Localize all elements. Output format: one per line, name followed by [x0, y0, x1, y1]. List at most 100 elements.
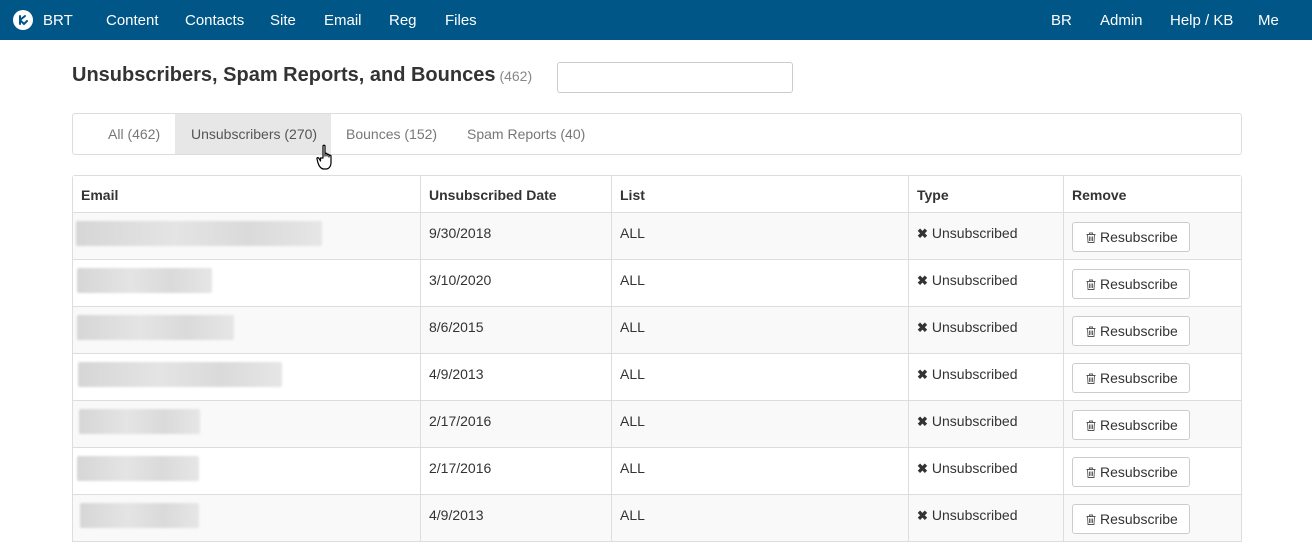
column-header-email[interactable]: Email [73, 176, 420, 212]
remove-cell: Resubscribe [1063, 213, 1242, 259]
column-header-date[interactable]: Unsubscribed Date [420, 176, 611, 212]
type-cell: ✖ Unsubscribed [908, 448, 1063, 494]
tab-all[interactable]: All (462) [73, 114, 175, 154]
list-cell: ALL [611, 401, 908, 447]
tab-bounces[interactable]: Bounces (152) [346, 114, 437, 154]
unsubscribed-date: 4/9/2013 [429, 366, 484, 382]
email-cell [73, 401, 420, 447]
resubscribe-label: Resubscribe [1100, 229, 1178, 245]
unsubscribed-date: 8/6/2015 [429, 319, 484, 335]
tab-spam-reports[interactable]: Spam Reports (40) [467, 114, 585, 154]
type-cell: ✖ Unsubscribed [908, 213, 1063, 259]
table-row: 9/30/2018 ALL ✖ Unsubscribed Resubscribe [73, 213, 1241, 260]
unsubscribers-table: Email Unsubscribed Date List Type Remove… [72, 175, 1242, 542]
nav-me[interactable]: Me [1258, 12, 1279, 29]
table-row: 4/9/2013 ALL ✖ Unsubscribed Resubscribe [73, 495, 1241, 542]
type-label: Unsubscribed [931, 413, 1018, 429]
list-name: ALL [620, 507, 645, 523]
list-name: ALL [620, 319, 645, 335]
list-cell: ALL [611, 260, 908, 306]
date-cell: 8/6/2015 [420, 307, 611, 353]
tab-unsubscribers[interactable]: Unsubscribers (270) [175, 114, 331, 154]
brand[interactable]: BRT [13, 10, 73, 30]
column-header-list[interactable]: List [611, 176, 908, 212]
nav-reg[interactable]: Reg [389, 12, 417, 29]
type-label: Unsubscribed [931, 319, 1018, 335]
table-row: 8/6/2015 ALL ✖ Unsubscribed Resubscribe [73, 307, 1241, 354]
trash-icon [1086, 514, 1096, 525]
email-redacted [78, 362, 282, 387]
remove-cell: Resubscribe [1063, 354, 1242, 400]
x-icon: ✖ [917, 461, 928, 476]
resubscribe-button[interactable]: Resubscribe [1072, 363, 1190, 393]
trash-icon [1086, 232, 1096, 243]
type-cell: ✖ Unsubscribed [908, 260, 1063, 306]
page-title: Unsubscribers, Spam Reports, and Bounces… [72, 64, 532, 87]
table-row: 2/17/2016 ALL ✖ Unsubscribed Resubscribe [73, 401, 1241, 448]
list-name: ALL [620, 225, 645, 241]
table-row: 3/10/2020 ALL ✖ Unsubscribed Resubscribe [73, 260, 1241, 307]
resubscribe-button[interactable]: Resubscribe [1072, 457, 1190, 487]
resubscribe-button[interactable]: Resubscribe [1072, 504, 1190, 534]
x-icon: ✖ [917, 226, 928, 241]
table-header-row: Email Unsubscribed Date List Type Remove [73, 176, 1241, 213]
email-cell [73, 213, 420, 259]
resubscribe-label: Resubscribe [1100, 276, 1178, 292]
column-header-type[interactable]: Type [908, 176, 1063, 212]
type-label: Unsubscribed [931, 366, 1018, 382]
date-cell: 2/17/2016 [420, 448, 611, 494]
nav-files[interactable]: Files [445, 12, 477, 29]
nav-help-kb[interactable]: Help / KB [1170, 12, 1233, 29]
list-name: ALL [620, 460, 645, 476]
email-redacted [80, 503, 199, 528]
remove-cell: Resubscribe [1063, 307, 1242, 353]
type-label: Unsubscribed [931, 225, 1018, 241]
table-row: 4/9/2013 ALL ✖ Unsubscribed Resubscribe [73, 354, 1241, 401]
date-cell: 2/17/2016 [420, 401, 611, 447]
date-cell: 4/9/2013 [420, 354, 611, 400]
list-cell: ALL [611, 213, 908, 259]
brand-name: BRT [43, 11, 73, 29]
email-cell [73, 448, 420, 494]
date-cell: 3/10/2020 [420, 260, 611, 306]
type-cell: ✖ Unsubscribed [908, 495, 1063, 541]
nav-content[interactable]: Content [106, 12, 159, 29]
resubscribe-button[interactable]: Resubscribe [1072, 316, 1190, 346]
list-cell: ALL [611, 307, 908, 353]
search-input[interactable] [557, 62, 793, 93]
nav-site[interactable]: Site [270, 12, 296, 29]
type-label: Unsubscribed [931, 460, 1018, 476]
top-navbar: BRT Content Contacts Site Email Reg File… [0, 0, 1312, 40]
email-cell [73, 495, 420, 541]
email-redacted [79, 409, 200, 434]
trash-icon [1086, 467, 1096, 478]
x-icon: ✖ [917, 508, 928, 523]
resubscribe-label: Resubscribe [1100, 323, 1178, 339]
trash-icon [1086, 373, 1096, 384]
nav-email[interactable]: Email [324, 12, 362, 29]
resubscribe-button[interactable]: Resubscribe [1072, 222, 1190, 252]
logo-icon [13, 10, 33, 30]
unsubscribed-date: 4/9/2013 [429, 507, 484, 523]
page-total-count: (462) [499, 68, 533, 84]
resubscribe-label: Resubscribe [1100, 370, 1178, 386]
nav-contacts[interactable]: Contacts [185, 12, 244, 29]
email-redacted [77, 456, 199, 481]
page-title-text: Unsubscribers, Spam Reports, and Bounces [72, 64, 496, 86]
list-name: ALL [620, 366, 645, 382]
resubscribe-button[interactable]: Resubscribe [1072, 269, 1190, 299]
x-icon: ✖ [917, 273, 928, 288]
unsubscribed-date: 9/30/2018 [429, 225, 492, 241]
email-redacted [76, 221, 322, 246]
resubscribe-button[interactable]: Resubscribe [1072, 410, 1190, 440]
date-cell: 9/30/2018 [420, 213, 611, 259]
remove-cell: Resubscribe [1063, 448, 1242, 494]
trash-icon [1086, 326, 1096, 337]
nav-br[interactable]: BR [1051, 12, 1072, 29]
remove-cell: Resubscribe [1063, 401, 1242, 447]
type-label: Unsubscribed [931, 507, 1018, 523]
nav-admin[interactable]: Admin [1100, 12, 1143, 29]
column-header-remove: Remove [1063, 176, 1242, 212]
type-cell: ✖ Unsubscribed [908, 401, 1063, 447]
email-redacted [77, 268, 212, 293]
